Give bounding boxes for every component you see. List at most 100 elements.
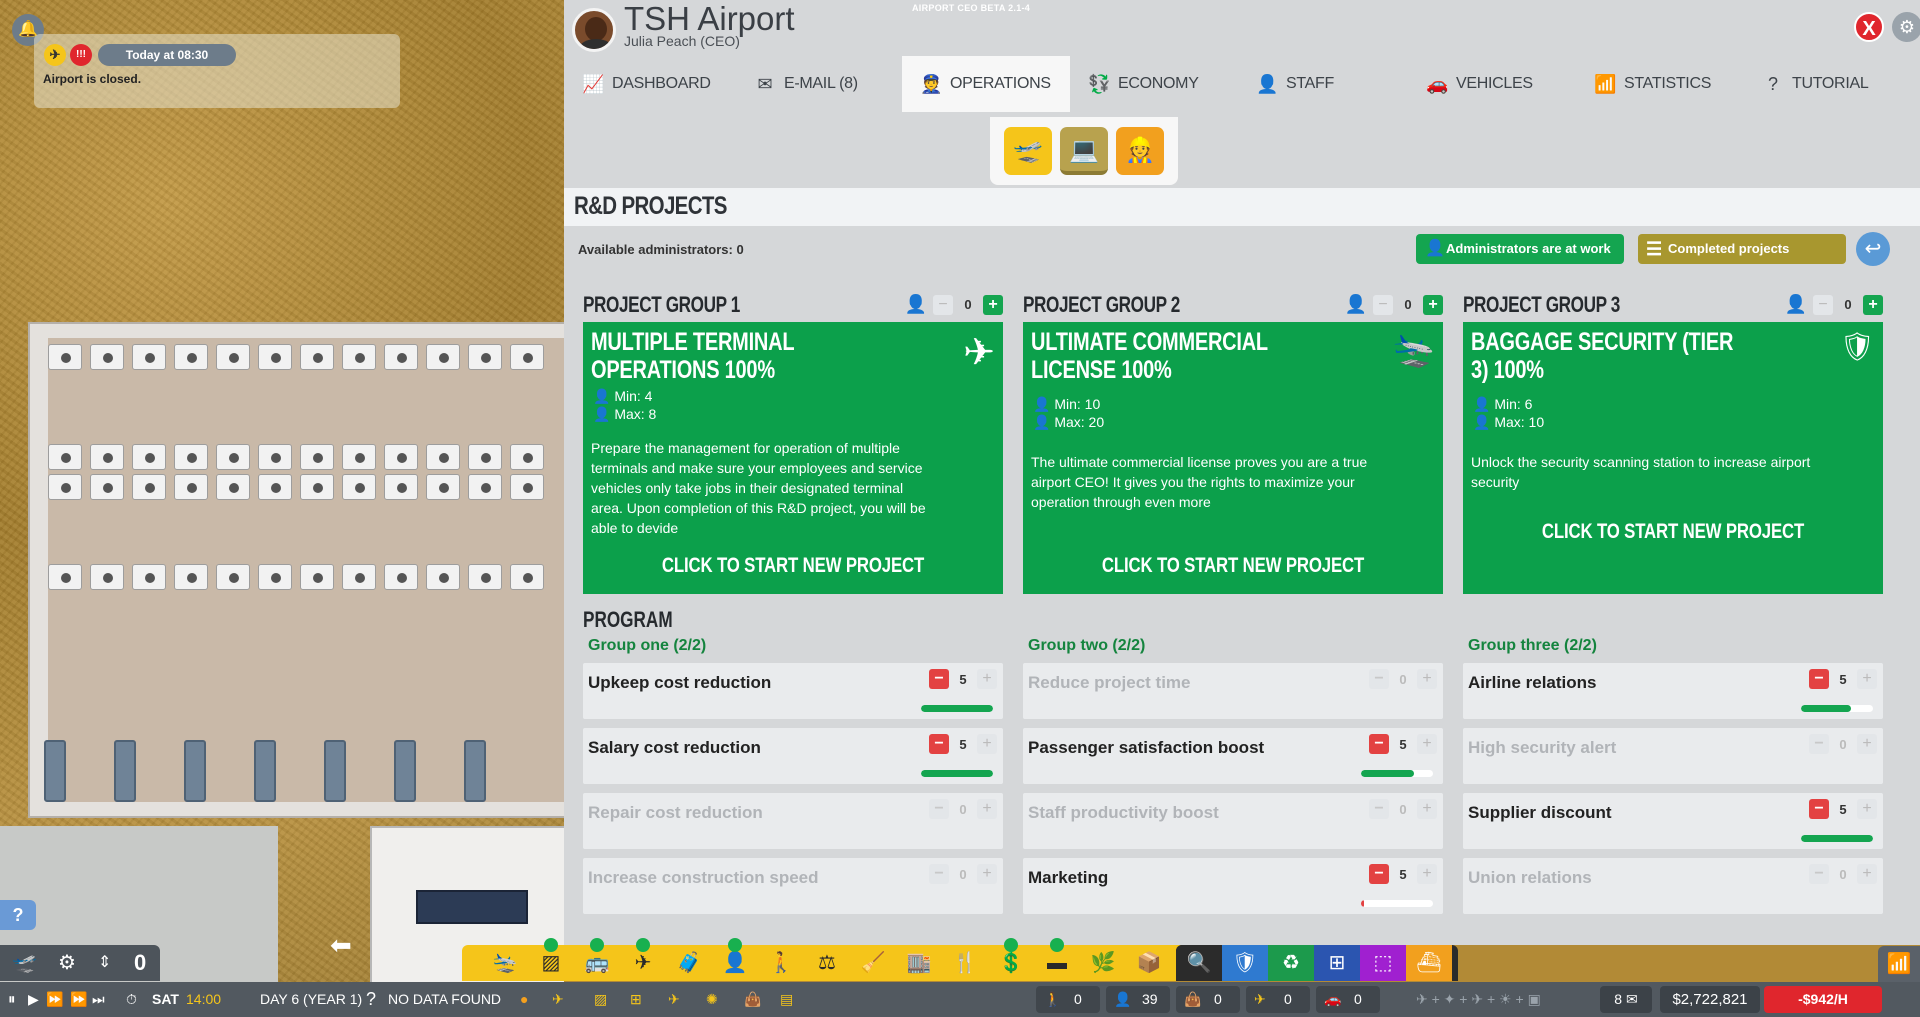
faster-forward-icon[interactable]: ⏩ [70, 982, 87, 1017]
decrease-level-button[interactable]: − [929, 734, 949, 754]
search-icon[interactable]: 🔍 [1176, 945, 1222, 981]
shield-icon[interactable]: 🛡 [1222, 945, 1268, 981]
program-item[interactable]: Increase construction speed −0 + [583, 858, 1003, 914]
floor-up-down-icon[interactable]: ⇕ [98, 945, 111, 981]
stats-corner-icon[interactable]: 📶 [1878, 946, 1920, 982]
decrease-admins-button[interactable]: − [1813, 294, 1833, 315]
build-food-icon[interactable]: 🍴 [942, 945, 988, 981]
boat-icon[interactable]: ⛴ [1406, 945, 1452, 981]
increase-level-button[interactable]: + [1417, 669, 1437, 689]
decrease-level-button[interactable]: − [1369, 669, 1389, 689]
fan-icon[interactable]: ✺ [706, 982, 718, 1017]
tab-email[interactable]: ✉ E-mail (8) [736, 56, 902, 112]
build-misc-icon[interactable]: 📦 [1126, 945, 1172, 981]
close-button[interactable]: X [1854, 12, 1884, 42]
increase-level-button[interactable]: + [1857, 864, 1877, 884]
recycle-icon[interactable]: ♻ [1268, 945, 1314, 981]
increase-level-button[interactable]: + [977, 669, 997, 689]
program-item[interactable]: Repair cost reduction −0 + [583, 793, 1003, 849]
increase-level-button[interactable]: + [1417, 864, 1437, 884]
decrease-level-button[interactable]: − [929, 799, 949, 819]
start-project-button[interactable]: CLICK TO START NEW PROJECT [1065, 554, 1401, 578]
program-item[interactable]: Reduce project time −0 + [1023, 663, 1443, 719]
settings-gear-icon[interactable]: ⚙ [1892, 12, 1920, 42]
subtab-research-computer-icon[interactable]: 💻 [1060, 127, 1108, 175]
increase-level-button[interactable]: + [1417, 734, 1437, 754]
completed-projects-button[interactable]: ☰ Completed projects [1638, 234, 1846, 264]
runway-icon[interactable]: 🛫 [12, 945, 37, 981]
increase-admins-button[interactable]: + [983, 294, 1003, 315]
program-item[interactable]: Union relations −0 + [1463, 858, 1883, 914]
build-airside-icon[interactable]: ✈ [620, 938, 666, 981]
program-item[interactable]: Airline relations −5 + [1463, 663, 1883, 719]
zone-icon[interactable]: ▨ [594, 982, 607, 1017]
program-item[interactable]: Staff productivity boost −0 + [1023, 793, 1443, 849]
back-arrow-icon[interactable]: ⬅ [330, 930, 352, 961]
decrease-level-button[interactable]: − [1369, 734, 1389, 754]
build-cleaning-icon[interactable]: 🧹 [850, 945, 896, 981]
increase-level-button[interactable]: + [1417, 799, 1437, 819]
increase-level-button[interactable]: + [977, 799, 997, 819]
tab-tutorial[interactable]: ? Tutorial [1744, 56, 1920, 112]
bag-icon[interactable]: 👜 [744, 982, 761, 1017]
build-security-icon[interactable]: ⚖ [804, 945, 850, 981]
ceo-avatar[interactable] [572, 8, 616, 52]
decrease-level-button[interactable]: − [929, 669, 949, 689]
build-desk-icon[interactable]: 🏬 [896, 945, 942, 981]
decrease-level-button[interactable]: − [1809, 799, 1829, 819]
game-world-view[interactable]: 🔔 ✈ !!! Today at 08:30 Airport is closed… [0, 0, 564, 1017]
refresh-icon[interactable]: ↩ [1856, 232, 1890, 266]
notification-card[interactable]: ✈ !!! Today at 08:30 Airport is closed. [34, 34, 400, 108]
start-project-button[interactable]: CLICK TO START NEW PROJECT [625, 554, 961, 578]
program-item[interactable]: Marketing −5 + [1023, 858, 1443, 914]
tab-economy[interactable]: 💱 Economy [1070, 56, 1238, 112]
start-project-button[interactable]: CLICK TO START NEW PROJECT [1505, 520, 1841, 544]
program-item[interactable]: Supplier discount −5 + [1463, 793, 1883, 849]
skip-icon[interactable]: ⏭ [92, 982, 105, 1017]
plane-small-icon[interactable]: ✈ [668, 982, 680, 1017]
build-money-icon[interactable]: 💲 [988, 938, 1034, 981]
play-icon[interactable]: ▶ [28, 982, 39, 1017]
decrease-admins-button[interactable]: − [1373, 294, 1393, 315]
program-item[interactable]: Passenger satisfaction boost −5 + [1023, 728, 1443, 784]
increase-level-button[interactable]: + [977, 864, 997, 884]
subtab-contractor-icon[interactable]: 👷 [1116, 127, 1164, 175]
help-button[interactable]: ? [0, 900, 36, 930]
office-building[interactable] [28, 322, 564, 818]
flight-icon[interactable]: ✈ [552, 982, 564, 1017]
build-passenger-icon[interactable]: 🚶 [758, 945, 804, 981]
pause-icon[interactable]: ⏸ [8, 982, 16, 1017]
build-baggage-icon[interactable]: 🧳 [666, 945, 712, 981]
build-vehicle-icon[interactable]: 🚌 [574, 938, 620, 981]
fast-forward-icon[interactable]: ⏩ [46, 982, 63, 1017]
build-zone-icon[interactable]: ▨ [528, 938, 574, 981]
project-card[interactable]: BAGGAGE SECURITY (TIER 3) 100% 🛡 👤 Min: … [1463, 322, 1883, 594]
administrators-at-work-button[interactable]: 👤 Administrators are at work [1416, 234, 1624, 264]
tab-dashboard[interactable]: 📈 Dashboard [564, 56, 736, 112]
list-small-icon[interactable]: ▤ [780, 982, 793, 1017]
program-item[interactable]: High security alert −0 + [1463, 728, 1883, 784]
decrease-level-button[interactable]: − [929, 864, 949, 884]
decrease-level-button[interactable]: − [1809, 734, 1829, 754]
decrease-level-button[interactable]: − [1809, 669, 1829, 689]
decrease-level-button[interactable]: − [1369, 799, 1389, 819]
increase-level-button[interactable]: + [1857, 669, 1877, 689]
build-seating-icon[interactable]: ▬ [1034, 938, 1080, 981]
project-card[interactable]: MULTIPLE TERMINAL OPERATIONS 100% ✈ 👤 Mi… [583, 322, 1003, 594]
tab-operations[interactable]: 👮 Operations [902, 56, 1070, 112]
program-item[interactable]: Salary cost reduction −5 + [583, 728, 1003, 784]
increase-level-button[interactable]: + [977, 734, 997, 754]
mail-counter[interactable]: 8 ✉ [1600, 986, 1652, 1013]
tab-vehicles[interactable]: 🚗 Vehicles [1408, 56, 1576, 112]
gears-icon[interactable]: ⚙ [58, 945, 76, 981]
grid-icon[interactable]: ⊞ [1314, 945, 1360, 981]
build-staff-icon[interactable]: 👤 [712, 938, 758, 981]
increase-level-button[interactable]: + [1857, 799, 1877, 819]
decrease-level-button[interactable]: − [1369, 864, 1389, 884]
increase-admins-button[interactable]: + [1423, 294, 1443, 315]
project-card[interactable]: ULTIMATE COMMERCIAL LICENSE 100% 🛬 👤 Min… [1023, 322, 1443, 594]
program-item[interactable]: Upkeep cost reduction −5 + [583, 663, 1003, 719]
tab-staff[interactable]: 👤 Staff [1238, 56, 1408, 112]
tab-statistics[interactable]: 📶 Statistics [1576, 56, 1744, 112]
subtab-flight-planning-icon[interactable]: 🛫 [1004, 127, 1052, 175]
